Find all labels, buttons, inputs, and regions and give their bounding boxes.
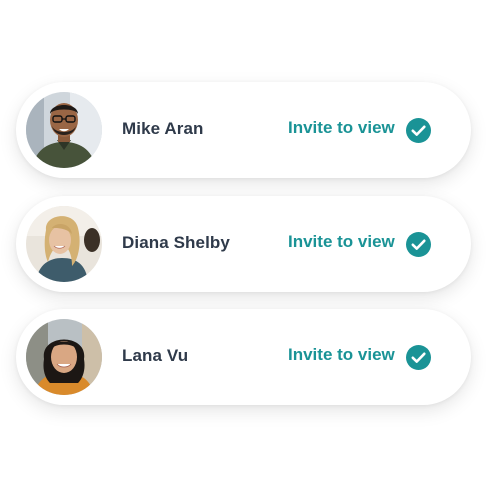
contact-name: Mike Aran (122, 119, 204, 138)
check-circle-icon[interactable] (406, 345, 431, 370)
contact-name: Lana Vu (122, 346, 189, 365)
check-circle-icon[interactable] (406, 118, 431, 143)
invite-to-view-link[interactable]: Invite to view (288, 231, 395, 253)
invite-to-view-link[interactable]: Invite to view (288, 117, 395, 139)
invite-to-view-link[interactable]: Invite to view (288, 344, 395, 366)
check-circle-icon[interactable] (406, 232, 431, 257)
contact-card: Lana Vu Invite to view (16, 309, 471, 405)
avatar (26, 206, 102, 282)
contact-name: Diana Shelby (122, 233, 230, 252)
avatar (26, 92, 102, 168)
contact-card: Diana Shelby Invite to view (16, 196, 471, 292)
avatar (26, 319, 102, 395)
contact-card: Mike Aran Invite to view (16, 82, 471, 178)
